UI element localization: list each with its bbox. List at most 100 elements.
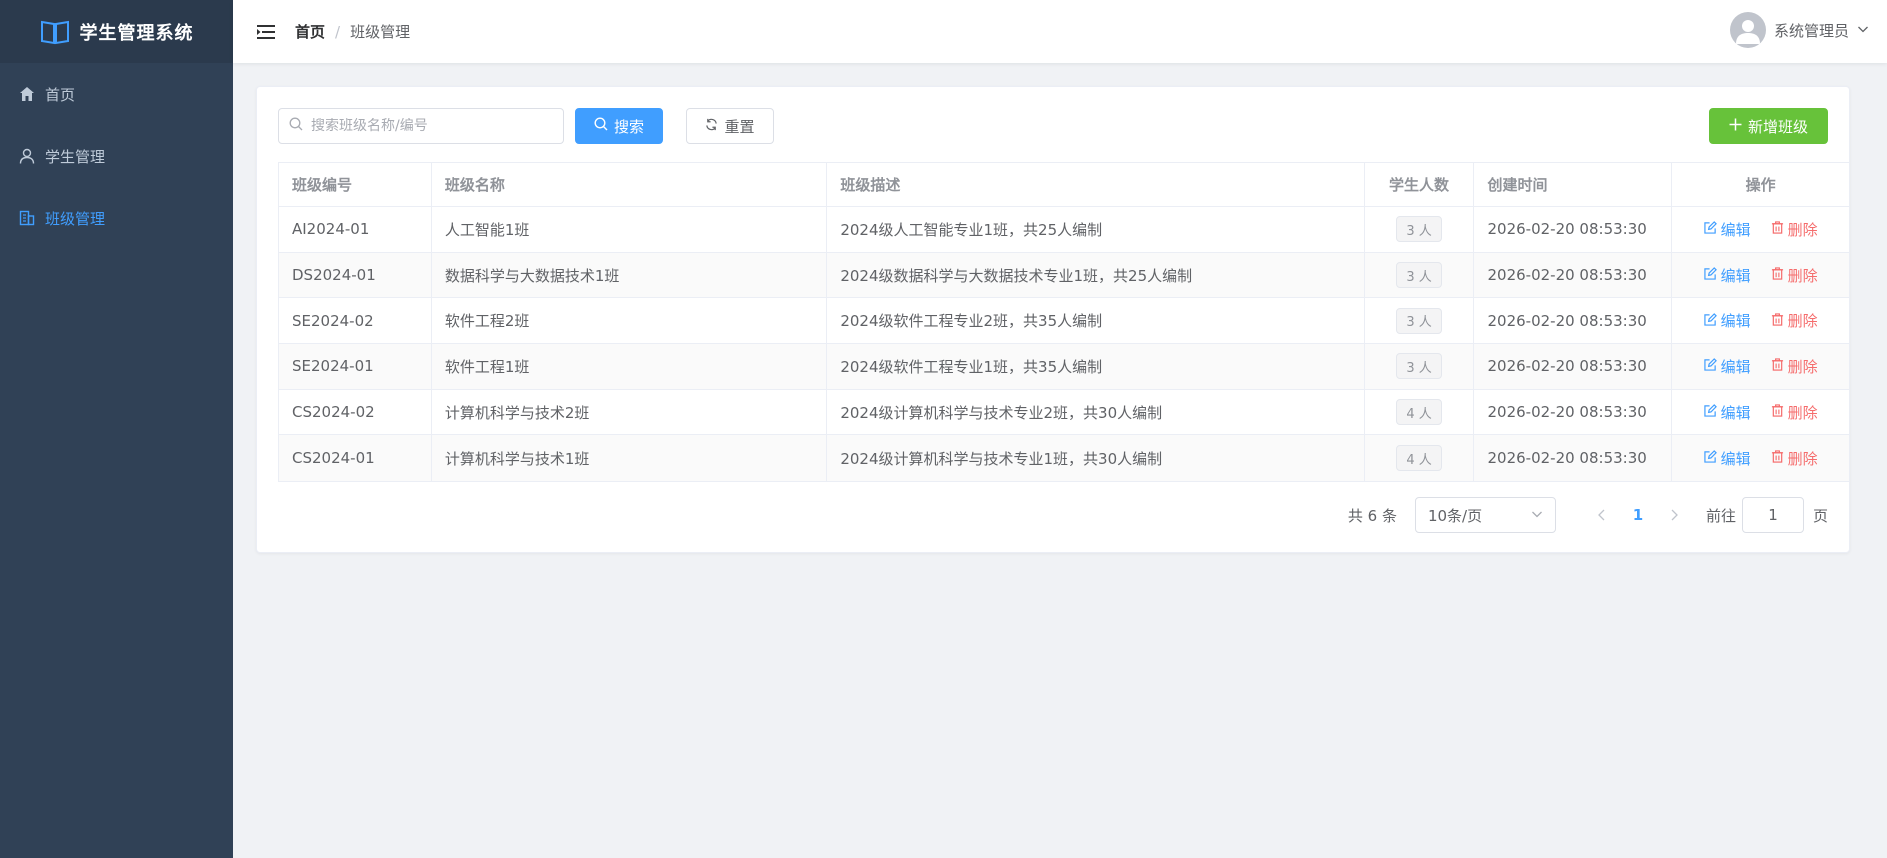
class-code: CS2024-01 bbox=[279, 435, 432, 482]
class-name: 计算机科学与技术1班 bbox=[432, 435, 828, 482]
user-icon bbox=[18, 147, 36, 165]
actions-cell: 编辑 删除 bbox=[1672, 253, 1849, 298]
menu-toggle-icon[interactable] bbox=[257, 23, 277, 41]
trash-icon bbox=[1771, 220, 1784, 238]
home-icon bbox=[18, 85, 36, 103]
sidebar-item-students[interactable]: 学生管理 bbox=[0, 125, 233, 187]
delete-button[interactable]: 删除 bbox=[1771, 402, 1818, 423]
column-header: 操作 bbox=[1745, 176, 1776, 194]
plus-icon bbox=[1729, 117, 1742, 135]
table-header: 班级编号 班级名称 班级描述 学生人数 创建时间 操作 bbox=[279, 163, 1849, 207]
class-code: SE2024-01 bbox=[279, 344, 432, 389]
delete-button[interactable]: 删除 bbox=[1771, 265, 1818, 286]
student-count-tag: 3 人 bbox=[1396, 216, 1442, 243]
created-time: 2026-02-20 08:53:30 bbox=[1474, 389, 1673, 435]
student-count-tag: 4 人 bbox=[1396, 445, 1442, 472]
edit-button[interactable]: 编辑 bbox=[1703, 402, 1751, 423]
search-button[interactable]: 搜索 bbox=[575, 108, 663, 144]
table-row: DS2024-01 数据科学与大数据技术1班 2024级数据科学与大数据技术专业1班… bbox=[279, 252, 1849, 299]
page-suffix: 页 bbox=[1812, 506, 1828, 525]
trash-icon bbox=[1771, 449, 1784, 467]
class-name: 计算机科学与技术2班 bbox=[432, 389, 828, 435]
class-name: 人工智能1班 bbox=[432, 207, 828, 252]
edit-button[interactable]: 编辑 bbox=[1703, 310, 1751, 331]
next-page-button[interactable] bbox=[1656, 497, 1692, 533]
column-header: 创建时间 bbox=[1474, 163, 1673, 206]
class-code: SE2024-02 bbox=[279, 298, 432, 344]
sidebar-item-label: 首页 bbox=[45, 85, 76, 104]
class-name: 软件工程1班 bbox=[432, 344, 828, 389]
header: 首页 / 班级管理 系统管理员 bbox=[233, 0, 1887, 63]
edit-button[interactable]: 编辑 bbox=[1703, 265, 1751, 286]
edit-icon bbox=[1703, 220, 1717, 238]
created-time: 2026-02-20 08:53:30 bbox=[1474, 252, 1673, 298]
sidebar-item-home[interactable]: 首页 bbox=[0, 63, 233, 125]
edit-label: 编辑 bbox=[1720, 449, 1751, 468]
table-body: AI2024-01 人工智能1班 2024级人工智能专业1班，共25人编制 3 人 20… bbox=[279, 207, 1849, 482]
goto-page-input[interactable] bbox=[1741, 497, 1804, 533]
chevron-left-icon bbox=[1598, 509, 1605, 521]
chevron-down-icon bbox=[1857, 21, 1869, 39]
student-count-cell: 3 人 bbox=[1365, 298, 1475, 344]
class-description: 2024级软件工程专业2班，共35人编制 bbox=[827, 298, 1365, 344]
column-header: 学生人数 bbox=[1365, 163, 1475, 206]
delete-button[interactable]: 删除 bbox=[1771, 310, 1818, 331]
student-count-cell: 3 人 bbox=[1365, 252, 1475, 298]
reset-button[interactable]: 重置 bbox=[686, 108, 774, 144]
edit-icon bbox=[1703, 357, 1717, 375]
page-number[interactable]: 1 bbox=[1620, 497, 1656, 533]
search-icon bbox=[594, 117, 608, 135]
sidebar-item-classes[interactable]: 班级管理 bbox=[0, 187, 233, 249]
class-table: 班级编号 班级名称 班级描述 学生人数 创建时间 操作 AI2024-01 人工智… bbox=[278, 162, 1850, 483]
student-count-tag: 4 人 bbox=[1396, 399, 1442, 426]
breadcrumb-current: 班级管理 bbox=[350, 23, 411, 41]
trash-icon bbox=[1771, 312, 1784, 330]
breadcrumb-home[interactable]: 首页 bbox=[295, 21, 325, 42]
book-icon bbox=[40, 19, 70, 45]
actions-cell: 编辑 删除 bbox=[1672, 298, 1849, 343]
student-count-tag: 3 人 bbox=[1396, 307, 1442, 334]
breadcrumb-separator: / bbox=[335, 22, 341, 41]
student-count-cell: 3 人 bbox=[1365, 207, 1475, 252]
column-header: 班级描述 bbox=[827, 163, 1365, 206]
actions-cell: 编辑 删除 bbox=[1672, 207, 1849, 252]
building-icon bbox=[18, 209, 36, 227]
delete-label: 删除 bbox=[1787, 449, 1818, 468]
edit-label: 编辑 bbox=[1720, 357, 1751, 376]
edit-button[interactable]: 编辑 bbox=[1703, 356, 1751, 377]
created-time: 2026-02-20 08:53:30 bbox=[1474, 344, 1673, 389]
delete-label: 删除 bbox=[1787, 312, 1818, 331]
pagination-total: 共 6 条 bbox=[1347, 506, 1397, 525]
sidebar-item-label: 学生管理 bbox=[45, 147, 106, 166]
goto-label: 前往 bbox=[1705, 506, 1736, 525]
edit-icon bbox=[1703, 266, 1717, 284]
brand: 学生管理系统 bbox=[0, 0, 233, 63]
delete-button[interactable]: 删除 bbox=[1771, 448, 1818, 469]
user-menu[interactable]: 系统管理员 bbox=[1729, 12, 1869, 48]
sidebar: 学生管理系统 首页 学生管理 班级管理 bbox=[0, 0, 233, 858]
edit-icon bbox=[1703, 449, 1717, 467]
class-description: 2024级计算机科学与技术专业2班，共30人编制 bbox=[827, 389, 1365, 435]
add-class-button[interactable]: 新增班级 bbox=[1709, 108, 1828, 144]
edit-button[interactable]: 编辑 bbox=[1703, 448, 1751, 469]
class-description: 2024级人工智能专业1班，共25人编制 bbox=[827, 207, 1365, 252]
table-row: SE2024-02 软件工程2班 2024级软件工程专业2班，共35人编制 3 人 20… bbox=[279, 298, 1849, 345]
edit-button[interactable]: 编辑 bbox=[1703, 219, 1751, 240]
table-row: CS2024-02 计算机科学与技术2班 2024级计算机科学与技术专业2班，共30… bbox=[279, 389, 1849, 436]
class-description: 2024级计算机科学与技术专业1班，共30人编制 bbox=[827, 435, 1365, 482]
search-field[interactable] bbox=[278, 108, 564, 144]
edit-label: 编辑 bbox=[1720, 403, 1751, 422]
delete-button[interactable]: 删除 bbox=[1771, 219, 1818, 240]
trash-icon bbox=[1771, 357, 1784, 375]
edit-label: 编辑 bbox=[1720, 266, 1751, 285]
search-input[interactable] bbox=[311, 118, 551, 134]
column-header: 班级编号 bbox=[279, 163, 432, 206]
search-button-label: 搜索 bbox=[613, 117, 644, 136]
page-size-select[interactable]: 10条/页 bbox=[1414, 497, 1556, 533]
chevron-down-icon bbox=[1531, 506, 1543, 524]
table-row: AI2024-01 人工智能1班 2024级人工智能专业1班，共25人编制 3 人 20… bbox=[279, 207, 1849, 253]
class-name: 数据科学与大数据技术1班 bbox=[432, 252, 828, 298]
avatar bbox=[1729, 12, 1766, 48]
prev-page-button[interactable] bbox=[1584, 497, 1620, 533]
delete-button[interactable]: 删除 bbox=[1771, 356, 1818, 377]
